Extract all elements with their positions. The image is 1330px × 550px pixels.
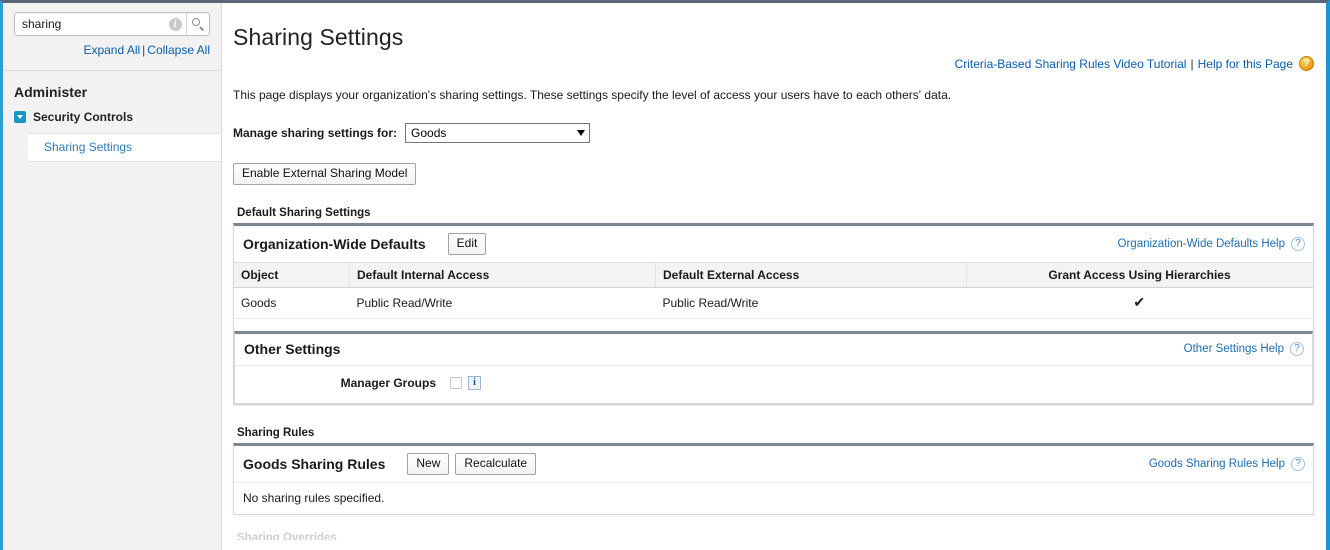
column-header-grant-access-using-hierarchies: Grant Access Using Hierarchies [966, 262, 1313, 288]
manager-groups-row: Manager Groups i [235, 366, 1312, 403]
expand-collapse-row: Expand All | Collapse All [3, 36, 221, 57]
owd-help-link[interactable]: Organization-Wide Defaults Help [1118, 238, 1285, 250]
manage-sharing-row: Manage sharing settings for: Goods [233, 102, 1314, 143]
sharing-rules-help: Goods Sharing Rules Help ? [1149, 457, 1305, 471]
setup-sidebar: i Expand All|Collapse All Administer Sec… [3, 3, 222, 550]
column-header-default-internal-access: Default Internal Access [349, 262, 656, 288]
column-header-object: Object [234, 262, 350, 288]
main-content: Sharing Settings Criteria-Based Sharing … [222, 3, 1326, 550]
edit-button[interactable]: Edit [447, 233, 487, 255]
sharing-rules-help-link[interactable]: Goods Sharing Rules Help [1149, 458, 1285, 470]
manage-sharing-label: Manage sharing settings for: [233, 126, 398, 140]
sidebar-section-administer: Administer [14, 84, 88, 100]
sidebar-search-area: i [3, 3, 221, 36]
help-question-icon[interactable]: ? [1291, 237, 1305, 251]
other-settings-header: Other Settings Other Settings Help ? [235, 334, 1312, 366]
enable-external-row: Enable External Sharing Model [233, 143, 1314, 185]
other-settings-panel: Other Settings Other Settings Help ? Man… [234, 331, 1313, 404]
search-icon[interactable] [186, 13, 209, 35]
video-tutorial-link[interactable]: Criteria-Based Sharing Rules Video Tutor… [955, 57, 1187, 71]
help-question-icon[interactable]: ? [1299, 56, 1314, 71]
help-question-icon[interactable]: ? [1290, 342, 1304, 356]
search-input[interactable] [15, 14, 164, 34]
manager-groups-checkbox[interactable] [450, 377, 462, 389]
sharing-rules-title: Goods Sharing Rules [243, 456, 386, 472]
table-row: Goods Public Read/Write Public Read/Writ… [234, 287, 1313, 319]
help-for-this-page-link[interactable]: Help for this Page [1198, 57, 1293, 71]
sidebar-item-label: Security Controls [33, 110, 134, 124]
object-select[interactable]: Goods [405, 123, 591, 143]
page-title: Sharing Settings [233, 24, 404, 50]
collapse-all-link[interactable]: Collapse All [147, 43, 210, 57]
cell-hierarchies-checkmark: ✔ [966, 287, 1313, 319]
manager-groups-label: Manager Groups [340, 376, 436, 390]
page-description: This page displays your organization's s… [233, 88, 952, 102]
recalculate-button[interactable]: Recalculate [455, 453, 537, 475]
sidebar-item-sharing-settings[interactable]: Sharing Settings [28, 133, 221, 162]
page-help-links: Criteria-Based Sharing Rules Video Tutor… [233, 51, 1314, 71]
info-icon[interactable]: i [164, 13, 186, 35]
new-button[interactable]: New [407, 453, 450, 475]
help-links-divider: | [1190, 56, 1194, 71]
sidebar-item-security-controls[interactable]: Security Controls [3, 100, 221, 124]
owd-panel-actions: Edit [447, 233, 487, 255]
goods-sharing-rules-panel: Goods Sharing Rules New Recalculate Good… [233, 443, 1314, 515]
cell-internal-access: Public Read/Write [349, 287, 656, 319]
other-settings-help-link[interactable]: Other Settings Help [1184, 343, 1284, 355]
cell-external-access: Public Read/Write [655, 287, 967, 319]
setup-page: i Expand All|Collapse All Administer Sec… [0, 0, 1330, 550]
owd-panel-header: Organization-Wide Defaults Edit Organiza… [234, 226, 1313, 262]
chevron-down-icon [577, 130, 586, 136]
info-icon[interactable]: i [468, 376, 481, 390]
other-settings-title: Other Settings [244, 341, 341, 357]
search-box[interactable]: i [14, 12, 210, 36]
next-section-caption: Sharing Overrides [237, 532, 337, 540]
expand-all-link[interactable]: Expand All [83, 43, 140, 57]
column-header-default-external-access: Default External Access [655, 262, 967, 288]
organization-wide-defaults-table: Object Default Internal Access Default E… [234, 262, 1313, 319]
no-sharing-rules-message: No sharing rules specified. [234, 482, 1313, 514]
organization-wide-defaults-panel: Organization-Wide Defaults Edit Organiza… [233, 223, 1314, 405]
table-header-row: Object Default Internal Access Default E… [234, 262, 1313, 288]
sharing-rules-caption: Sharing Rules [237, 427, 315, 439]
sharing-rules-header: Goods Sharing Rules New Recalculate Good… [234, 446, 1313, 482]
help-question-icon[interactable]: ? [1291, 457, 1305, 471]
object-select-value: Goods [411, 126, 447, 140]
cell-object: Goods [234, 287, 350, 319]
sharing-rules-actions: New Recalculate [407, 453, 537, 475]
owd-help: Organization-Wide Defaults Help ? [1118, 237, 1305, 251]
owd-panel-title: Organization-Wide Defaults [243, 236, 426, 252]
chevron-down-icon[interactable] [14, 111, 26, 123]
sidebar-subitem-label[interactable]: Sharing Settings [44, 140, 132, 154]
other-settings-help: Other Settings Help ? [1184, 342, 1304, 356]
default-sharing-settings-caption: Default Sharing Settings [237, 207, 371, 219]
enable-external-sharing-model-button[interactable]: Enable External Sharing Model [233, 163, 417, 185]
